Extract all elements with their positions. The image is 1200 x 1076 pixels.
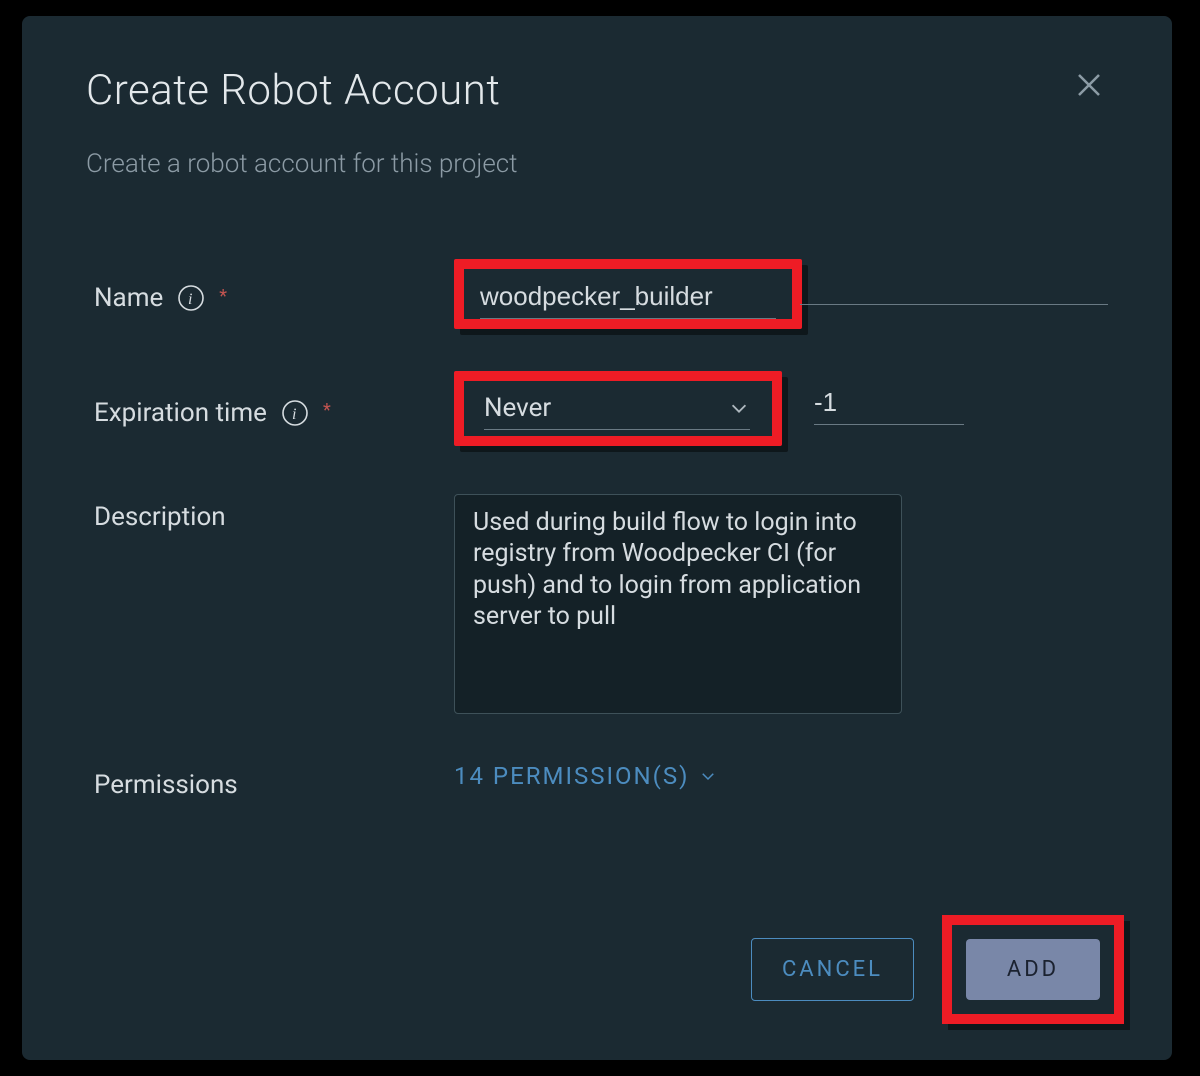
description-textarea[interactable]: [454, 494, 902, 714]
required-marker: *: [323, 400, 331, 421]
description-field: [454, 494, 1108, 714]
expiration-days-input[interactable]: [814, 385, 964, 425]
description-row: Description: [94, 494, 1108, 714]
expiration-label-group: Expiration time i *: [94, 390, 454, 428]
description-label: Description: [94, 502, 226, 532]
info-icon[interactable]: i: [281, 399, 309, 427]
name-field: [454, 259, 1108, 329]
permissions-label-group: Permissions: [94, 762, 454, 800]
modal-subtitle: Create a robot account for this project: [22, 125, 1172, 179]
name-label: Name: [94, 283, 163, 313]
expiration-select[interactable]: Never: [484, 391, 750, 430]
svg-text:i: i: [292, 406, 296, 423]
expiration-field: Never: [454, 371, 1108, 446]
expiration-select-wrap: Never: [484, 391, 756, 430]
info-icon[interactable]: i: [177, 284, 205, 312]
highlight-expiration: Never: [454, 371, 782, 446]
description-label-group: Description: [94, 494, 454, 532]
permissions-field: 14 PERMISSION(S): [454, 762, 1108, 790]
name-underline-extension: [800, 259, 1108, 305]
chevron-down-icon: [699, 767, 717, 785]
modal-title: Create Robot Account: [86, 66, 500, 115]
expiration-label: Expiration time: [94, 398, 267, 428]
add-button[interactable]: ADD: [966, 939, 1100, 1000]
form: Name i * Expiration time i *: [22, 179, 1172, 800]
expiration-row: Expiration time i * Never: [94, 371, 1108, 446]
expiration-select-value: Never: [484, 393, 551, 423]
chevron-down-icon: [728, 397, 750, 419]
name-row: Name i *: [94, 259, 1108, 329]
svg-text:i: i: [188, 291, 192, 308]
name-input[interactable]: [480, 279, 776, 319]
modal-footer: CANCEL ADD: [751, 915, 1124, 1024]
close-icon: [1074, 70, 1104, 100]
highlight-name: [454, 259, 802, 329]
permissions-row: Permissions 14 PERMISSION(S): [94, 762, 1108, 800]
close-button[interactable]: [1070, 66, 1108, 107]
permissions-label: Permissions: [94, 770, 238, 800]
permissions-expand[interactable]: 14 PERMISSION(S): [454, 762, 717, 790]
modal-header: Create Robot Account: [22, 16, 1172, 125]
highlight-add: ADD: [942, 915, 1124, 1024]
permissions-count: 14 PERMISSION(S): [454, 762, 689, 790]
required-marker: *: [219, 286, 227, 307]
name-label-group: Name i *: [94, 275, 454, 313]
create-robot-modal: Create Robot Account Create a robot acco…: [22, 16, 1172, 1060]
cancel-button[interactable]: CANCEL: [751, 938, 914, 1001]
